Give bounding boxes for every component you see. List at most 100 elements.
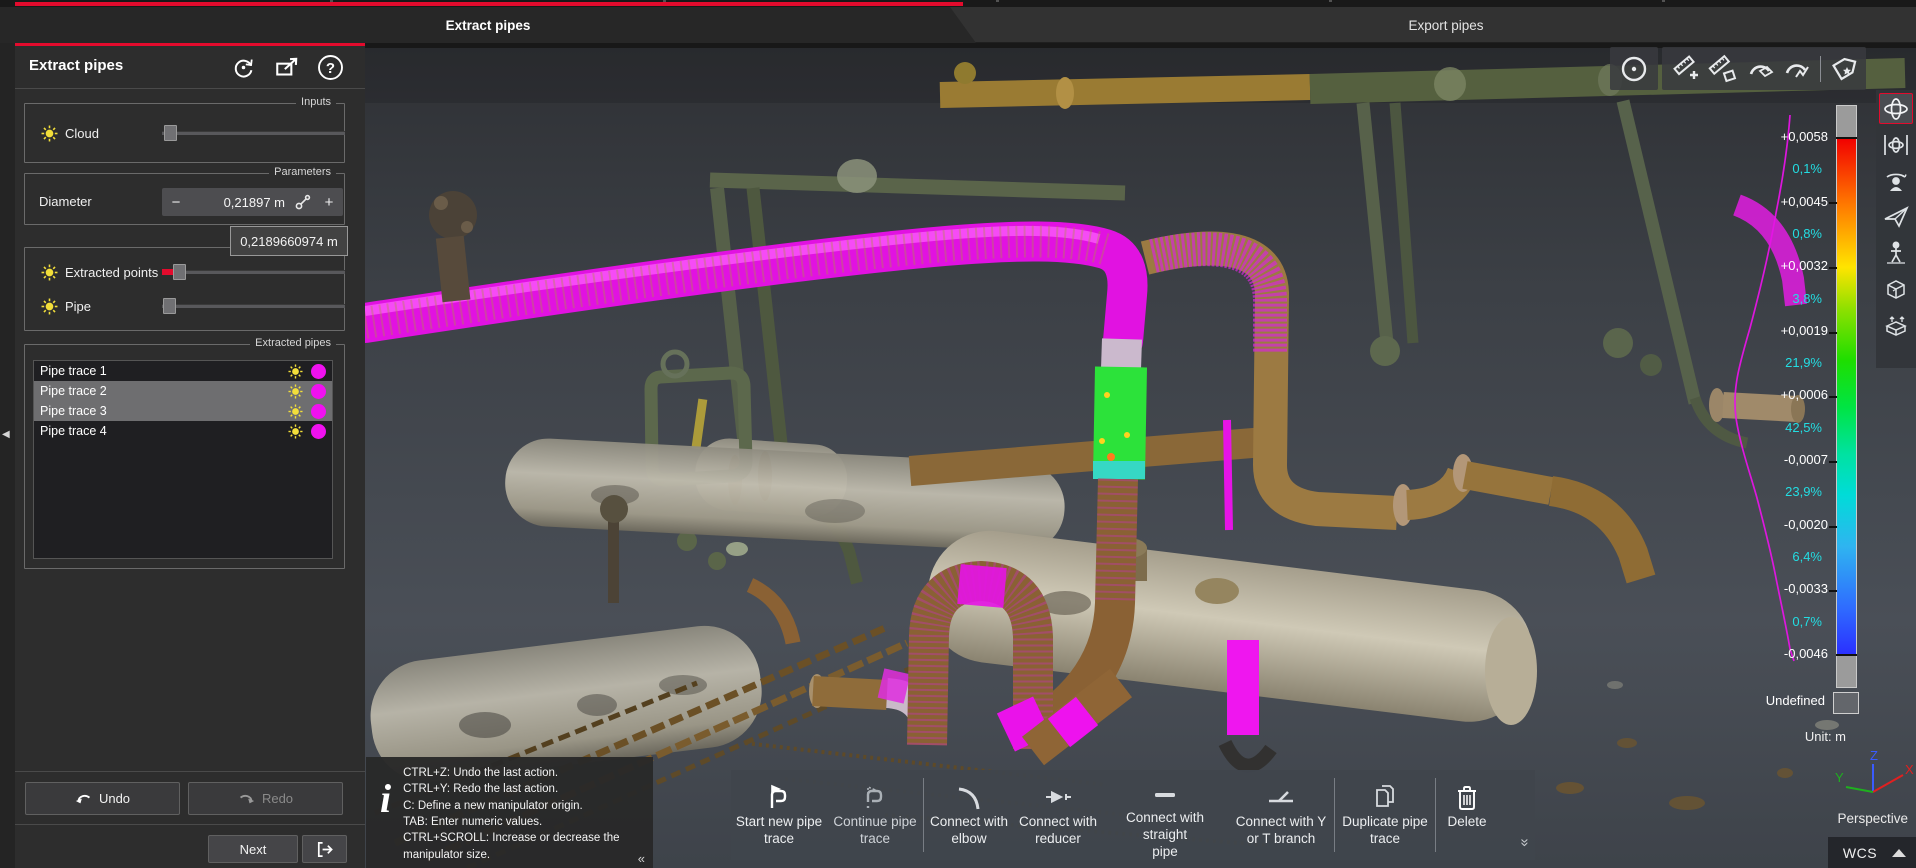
connect-with-elbow-button[interactable]: Connect with elbow (924, 770, 1014, 860)
info-collapse-icon[interactable]: « (638, 851, 645, 866)
tab-export-pipes[interactable]: Export pipes (976, 7, 1916, 43)
measure-angle-icon[interactable] (1745, 54, 1775, 84)
history-icon[interactable] (230, 54, 257, 81)
diameter-label: Diameter (39, 194, 92, 209)
info-line: CTRL+SCROLL: Increase or decrease the (403, 830, 619, 846)
measure-distance-icon[interactable] (1707, 54, 1737, 84)
redo-button[interactable]: Redo (188, 782, 343, 815)
chevron-up-icon (1892, 849, 1906, 857)
pipe-trace-name: Pipe trace 3 (40, 404, 107, 418)
clipping-box-button[interactable] (1879, 309, 1913, 340)
axis-gizmo: Z X Y (1834, 748, 1914, 806)
connect-with-reducer-button[interactable]: Connect with reducer (1014, 770, 1102, 860)
diameter-spinner: − 0,21897 m + (162, 188, 343, 216)
connect-with-y-t-branch-button[interactable]: Connect with Y or T branch (1228, 770, 1334, 860)
trace-bulb-icon[interactable] (288, 384, 303, 399)
cloud-visibility-bulb-icon[interactable] (41, 125, 58, 142)
slider-thumb[interactable] (164, 125, 177, 141)
toolbar-collapse-icon[interactable]: » (1517, 838, 1534, 846)
connect-reducer-icon (1042, 780, 1074, 814)
label-tag-icon[interactable] (1828, 54, 1858, 84)
tab-extract-pipes[interactable]: Extract pipes (0, 7, 976, 43)
orbit-mode-button[interactable] (1879, 93, 1913, 124)
extracted-points-slider[interactable] (162, 264, 345, 280)
cloud-opacity-slider[interactable] (162, 125, 345, 141)
list-item-pipe-trace-4[interactable]: Pipe trace 4 (34, 421, 332, 441)
continue-pipe-trace-button[interactable]: Continue pipe trace (827, 770, 923, 860)
wcs-dropdown[interactable]: WCS (1828, 837, 1916, 868)
panel-title: Extract pipes (29, 57, 123, 74)
trace-color-swatch[interactable] (311, 364, 326, 379)
toolbar-item-label: Connect with straight pipe (1102, 810, 1228, 861)
constrained-orbit-button[interactable] (1879, 129, 1913, 160)
trace-color-swatch[interactable] (311, 404, 326, 419)
trace-color-swatch[interactable] (311, 384, 326, 399)
open-external-icon[interactable] (273, 54, 300, 81)
inputs-section: Inputs Cloud (24, 103, 345, 163)
delete-button[interactable]: Delete (1436, 770, 1498, 860)
pipe-trace-name: Pipe trace 4 (40, 424, 107, 438)
trace-bulb-icon[interactable] (288, 424, 303, 439)
paper-plane-icon (1883, 205, 1909, 229)
list-item-pipe-trace-2[interactable]: Pipe trace 2 (34, 381, 332, 401)
undo-button[interactable]: Undo (25, 782, 180, 815)
help-icon[interactable]: ? (317, 54, 344, 81)
trace-bulb-icon[interactable] (288, 404, 303, 419)
look-around-icon (1883, 169, 1909, 193)
standard-views-button[interactable] (1879, 273, 1913, 304)
trace-bulb-icon[interactable] (288, 364, 303, 379)
axis-y-label: Y (1835, 770, 1844, 785)
toolbar-item-label: Delete (1447, 814, 1486, 831)
next-button[interactable]: Next (208, 835, 298, 863)
slider-track[interactable] (162, 304, 345, 308)
extract-pipes-panel: Extract pipes ? Inputs (15, 43, 365, 868)
extracted-points-bulb-icon[interactable] (41, 264, 58, 281)
panel-collapse-arrow-icon[interactable]: ◀ (2, 429, 10, 440)
undo-arrow-icon (75, 791, 92, 806)
connect-elbow-icon (954, 780, 984, 814)
slider-track[interactable] (162, 131, 345, 135)
diameter-increase-button[interactable]: + (315, 194, 343, 211)
3d-viewport[interactable] (365, 43, 1916, 868)
slider-track[interactable] (162, 270, 345, 274)
add-measurement-icon[interactable] (1670, 54, 1700, 84)
shortcut-info-box: i CTRL+Z: Undo the last action. CTRL+Y: … (366, 757, 653, 868)
diameter-decrease-button[interactable]: − (162, 194, 190, 211)
tab-extract-pipes-label: Extract pipes (446, 18, 531, 33)
exit-button[interactable] (302, 835, 347, 863)
axis-x-label: X (1905, 762, 1914, 777)
list-item-pipe-trace-3[interactable]: Pipe trace 3 (34, 401, 332, 421)
walk-mode-button[interactable] (1879, 237, 1913, 268)
progress-red-line (15, 2, 963, 6)
slider-thumb[interactable] (173, 264, 186, 280)
measure-angle-axis-icon[interactable] (1782, 54, 1812, 84)
cloud-label: Cloud (65, 126, 99, 141)
list-item-pipe-trace-1[interactable]: Pipe trace 1 (34, 361, 332, 381)
rotation-center-icon[interactable] (1619, 54, 1649, 84)
look-around-button[interactable] (1879, 165, 1913, 196)
diameter-value[interactable]: 0,21897 m (190, 195, 291, 210)
point-cloud-scene (365, 43, 1916, 868)
slider-thumb[interactable] (163, 298, 176, 314)
pipe-opacity-slider[interactable] (162, 298, 345, 314)
wcs-label: WCS (1828, 845, 1892, 861)
constrained-orbit-icon (1883, 133, 1909, 157)
toolbar-item-label: Connect with elbow (930, 814, 1008, 848)
toolbar-item-label: Duplicate pipe trace (1342, 814, 1428, 848)
pipe-bulb-icon[interactable] (41, 298, 58, 315)
pedestrian-icon (1883, 241, 1909, 265)
start-new-pipe-trace-button[interactable]: Start new pipe trace (731, 770, 827, 860)
toolbar-item-label: Continue pipe trace (833, 814, 916, 848)
view-cube-icon (1883, 277, 1909, 301)
diameter-link-icon[interactable] (291, 193, 315, 211)
connect-with-straight-pipe-button[interactable]: Connect with straight pipe (1102, 770, 1228, 860)
toolbar-item-label: Connect with reducer (1019, 814, 1097, 848)
duplicate-pipe-trace-button[interactable]: Duplicate pipe trace (1335, 770, 1435, 860)
fly-mode-button[interactable] (1879, 201, 1913, 232)
info-line: C: Define a new manipulator origin. (403, 798, 619, 814)
projection-mode-label[interactable]: Perspective (1790, 811, 1908, 826)
top-strip (0, 0, 1916, 7)
panel-separator (15, 771, 365, 772)
navigation-mode-column (1876, 90, 1916, 368)
trace-color-swatch[interactable] (311, 424, 326, 439)
